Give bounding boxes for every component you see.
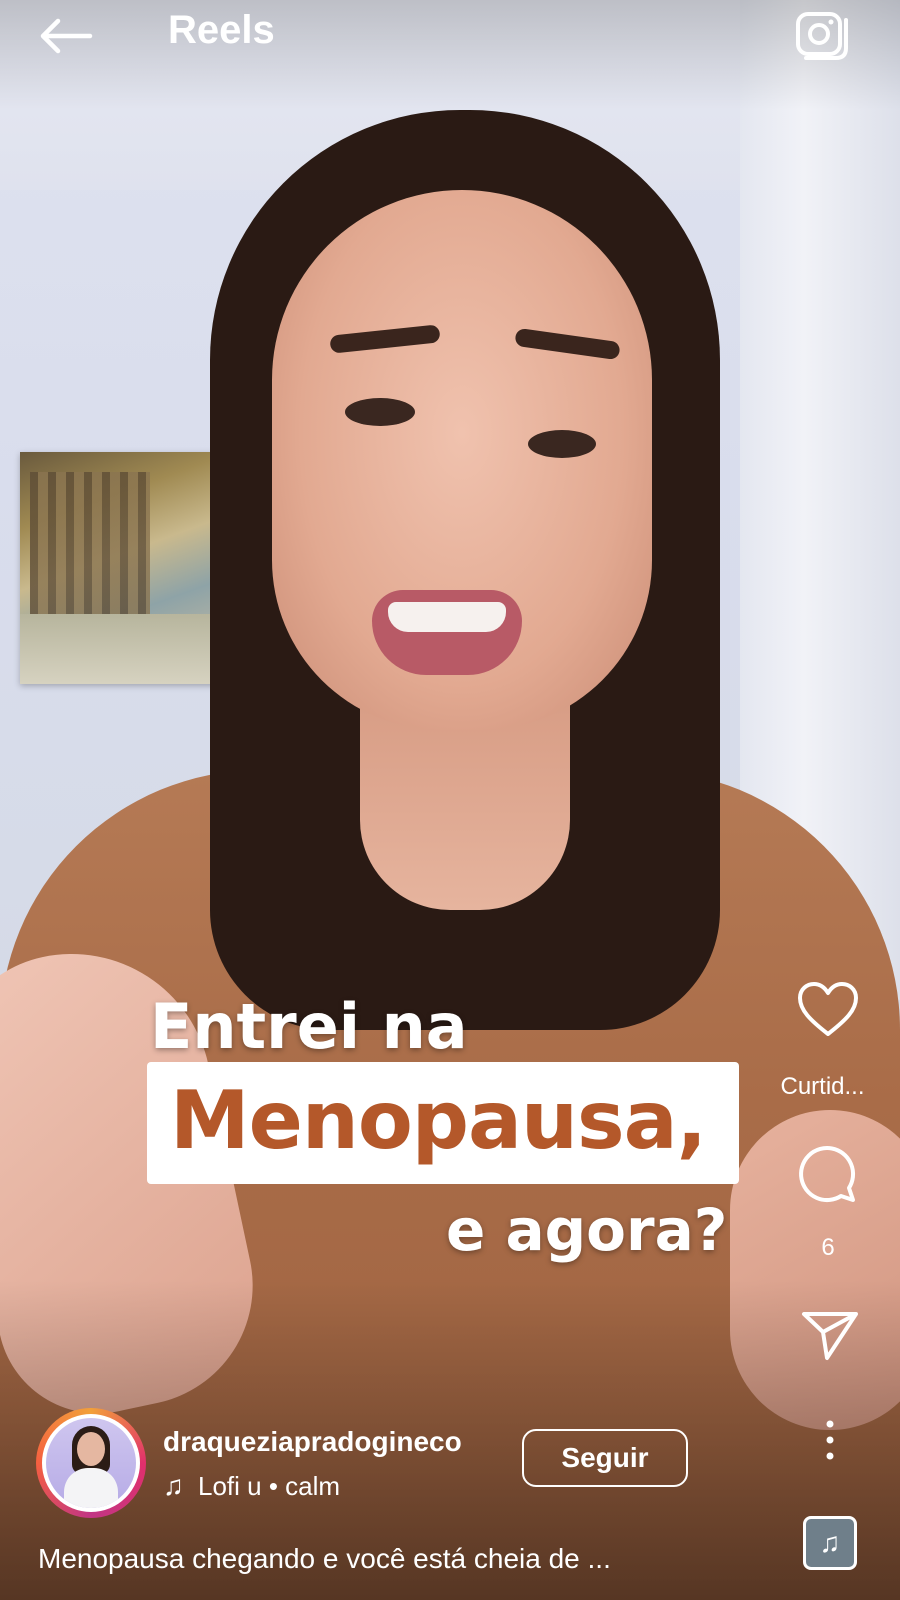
reel-caption[interactable]: Menopausa chegando e você está cheia de … [38,1543,611,1575]
person-teeth [388,602,506,632]
page-title: Reels [168,8,275,52]
person-eye [345,398,415,426]
comment-icon [799,1146,855,1202]
music-title: Lofi u • calm [198,1470,341,1501]
music-note-icon: ♫ [163,1470,184,1501]
avatar-border [42,1414,140,1512]
video-overlay-line1: Entrei na [150,990,468,1063]
wall-painting [20,452,232,684]
music-info[interactable]: ♫ Lofi u • calm [163,1470,340,1502]
person-eye [528,430,596,458]
camera-icon [796,12,848,60]
video-overlay-line3: e agora? [446,1196,728,1264]
heart-icon [798,982,858,1036]
avatar-image [46,1418,136,1508]
audio-page-button[interactable]: ♫ [803,1516,857,1570]
music-note-icon: ♫ [819,1527,841,1558]
more-vertical-icon [826,1420,834,1460]
send-icon [802,1312,858,1360]
author-username[interactable]: draqueziapradogineco [163,1426,462,1458]
video-overlay-line2: Menopausa, [170,1074,707,1167]
reel-video[interactable] [0,0,900,1600]
comment-count: 6 [821,1234,835,1261]
more-options-button[interactable] [812,1418,848,1462]
top-gradient [0,0,900,110]
arrow-left-icon [40,18,93,54]
back-button[interactable] [34,12,98,60]
share-button[interactable] [800,1308,860,1362]
follow-button[interactable]: Seguir [522,1429,688,1487]
author-avatar[interactable] [36,1408,146,1518]
comment-button[interactable] [797,1142,859,1204]
like-button[interactable] [796,980,860,1040]
camera-button[interactable] [792,4,852,64]
like-count-label: Curtid... [780,1073,865,1100]
